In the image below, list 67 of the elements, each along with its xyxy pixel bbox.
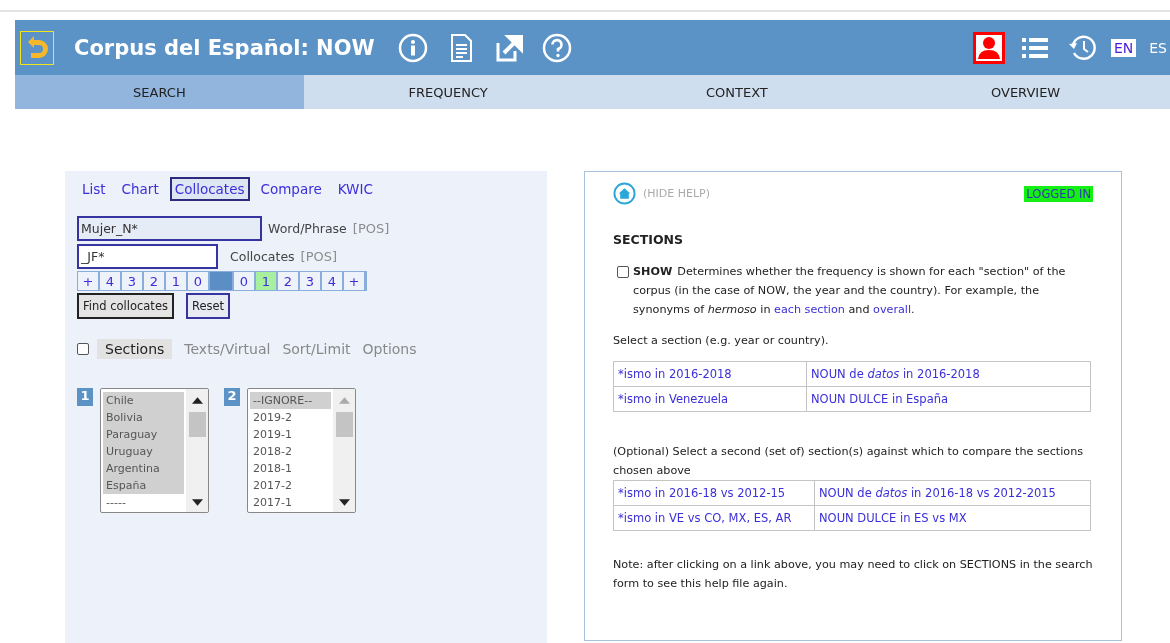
section-list[interactable]: Chile Bolivia Paraguay Uruguay Argentina España ----- [100, 388, 209, 513]
tab[interactable]: SEARCH [15, 75, 304, 109]
example-link[interactable]: *ismo in Venezuela [613, 386, 807, 412]
list-option[interactable]: 2017-1 [250, 494, 331, 511]
example-link[interactable]: NOUN de datos in 2016-18 vs 2012-2015 [814, 480, 1091, 506]
tab[interactable]: OVERVIEW [881, 75, 1170, 109]
help-text: Select a section (e.g. year or country). [613, 333, 830, 349]
example-link[interactable]: NOUN de datos in 2016-2018 [806, 361, 1091, 387]
help-text: Note: after clicking on a link above, you may need to click on SECTIONS in the search form to see this help file again. [613, 557, 1093, 592]
scrollbar[interactable] [333, 389, 355, 512]
scrollbar[interactable] [186, 389, 208, 512]
info-icon[interactable] [397, 32, 428, 63]
list-number: 2 [224, 388, 240, 406]
list-option[interactable]: Paraguay [103, 426, 184, 443]
help-icon[interactable] [541, 32, 572, 63]
example-link[interactable]: *ismo in 2016-2018 [613, 361, 807, 387]
mode-link[interactable]: List [77, 177, 111, 201]
find-button[interactable]: Find collocates [77, 293, 174, 319]
checkbox[interactable] [617, 266, 629, 278]
field-label: Collocates [230, 249, 295, 264]
list-option[interactable]: Chile [103, 392, 184, 409]
input-field[interactable]: _JF* [77, 244, 218, 269]
tab[interactable]: FREQUENCY [303, 75, 593, 109]
mode-link[interactable]: Chart [116, 177, 164, 201]
example-link[interactable]: NOUN DULCE in ES vs MX [814, 505, 1091, 531]
list-option[interactable]: 2018-2 [250, 443, 331, 460]
status-badge: LOGGED IN [1024, 185, 1093, 202]
scroll-down-icon[interactable] [191, 499, 203, 506]
list-option[interactable]: 2018-1 [250, 460, 331, 477]
section-list[interactable]: --IGNORE-- 2019-2 2019-1 2018-2 2018-1 2017-2 2017-1 [247, 388, 356, 513]
list-option[interactable]: ----- [103, 494, 184, 511]
example-link[interactable]: *ismo in VE vs CO, MX, ES, AR [613, 505, 815, 531]
mode-link[interactable]: KWIC [332, 177, 378, 201]
home-icon[interactable] [613, 182, 636, 205]
example-link[interactable]: *ismo in 2016-18 vs 2012-15 [613, 480, 815, 506]
scrollbar-thumb[interactable] [335, 412, 353, 437]
input-field[interactable]: Mujer_N* [77, 216, 262, 241]
help-text: (Optional) Select a second (set of) section(s) against which to compare the sections chosen above [613, 444, 1085, 479]
example-link[interactable]: NOUN DULCE in España [806, 386, 1091, 412]
list-option[interactable]: --IGNORE-- [250, 392, 331, 409]
section-heading: SECTIONS [613, 232, 684, 247]
scroll-down-icon[interactable] [338, 499, 350, 506]
mode-link[interactable]: Collocates [169, 177, 250, 201]
option-tab[interactable]: Sections [97, 339, 173, 359]
list-option[interactable]: 2019-2 [250, 409, 331, 426]
language-option[interactable]: EN [1110, 38, 1137, 57]
list-option[interactable]: 2017-2 [250, 477, 331, 494]
checkbox[interactable] [77, 343, 89, 355]
mode-link[interactable]: Compare [255, 177, 327, 201]
help-link[interactable]: each section [774, 303, 845, 316]
list-option[interactable]: Uruguay [103, 443, 184, 460]
reset-button[interactable]: Reset [185, 293, 231, 319]
help-link[interactable]: overall [873, 303, 912, 316]
app-title: Corpus del Español: NOW [74, 35, 375, 60]
list-option[interactable]: Bolivia [103, 409, 184, 426]
span-option[interactable]: 1 [256, 272, 278, 290]
scrollbar-thumb[interactable] [188, 412, 206, 437]
list-option[interactable]: 2019-1 [250, 426, 331, 443]
help-text: SHOW Determines whether the frequency is shown for each "section" of the corpus (in the case of NOW, the year and the country). For example, the synonyms of hermoso in each section and overall. [633, 264, 1067, 318]
list-option[interactable]: Argentina [103, 460, 184, 477]
tab[interactable]: CONTEXT [592, 75, 882, 109]
scroll-up-icon[interactable] [191, 397, 203, 404]
list-number: 1 [77, 388, 93, 406]
user-icon[interactable] [972, 31, 1005, 64]
history-icon[interactable] [1067, 32, 1098, 63]
list-option[interactable]: España [103, 477, 184, 494]
field-label: Word/Phrase [268, 221, 347, 236]
